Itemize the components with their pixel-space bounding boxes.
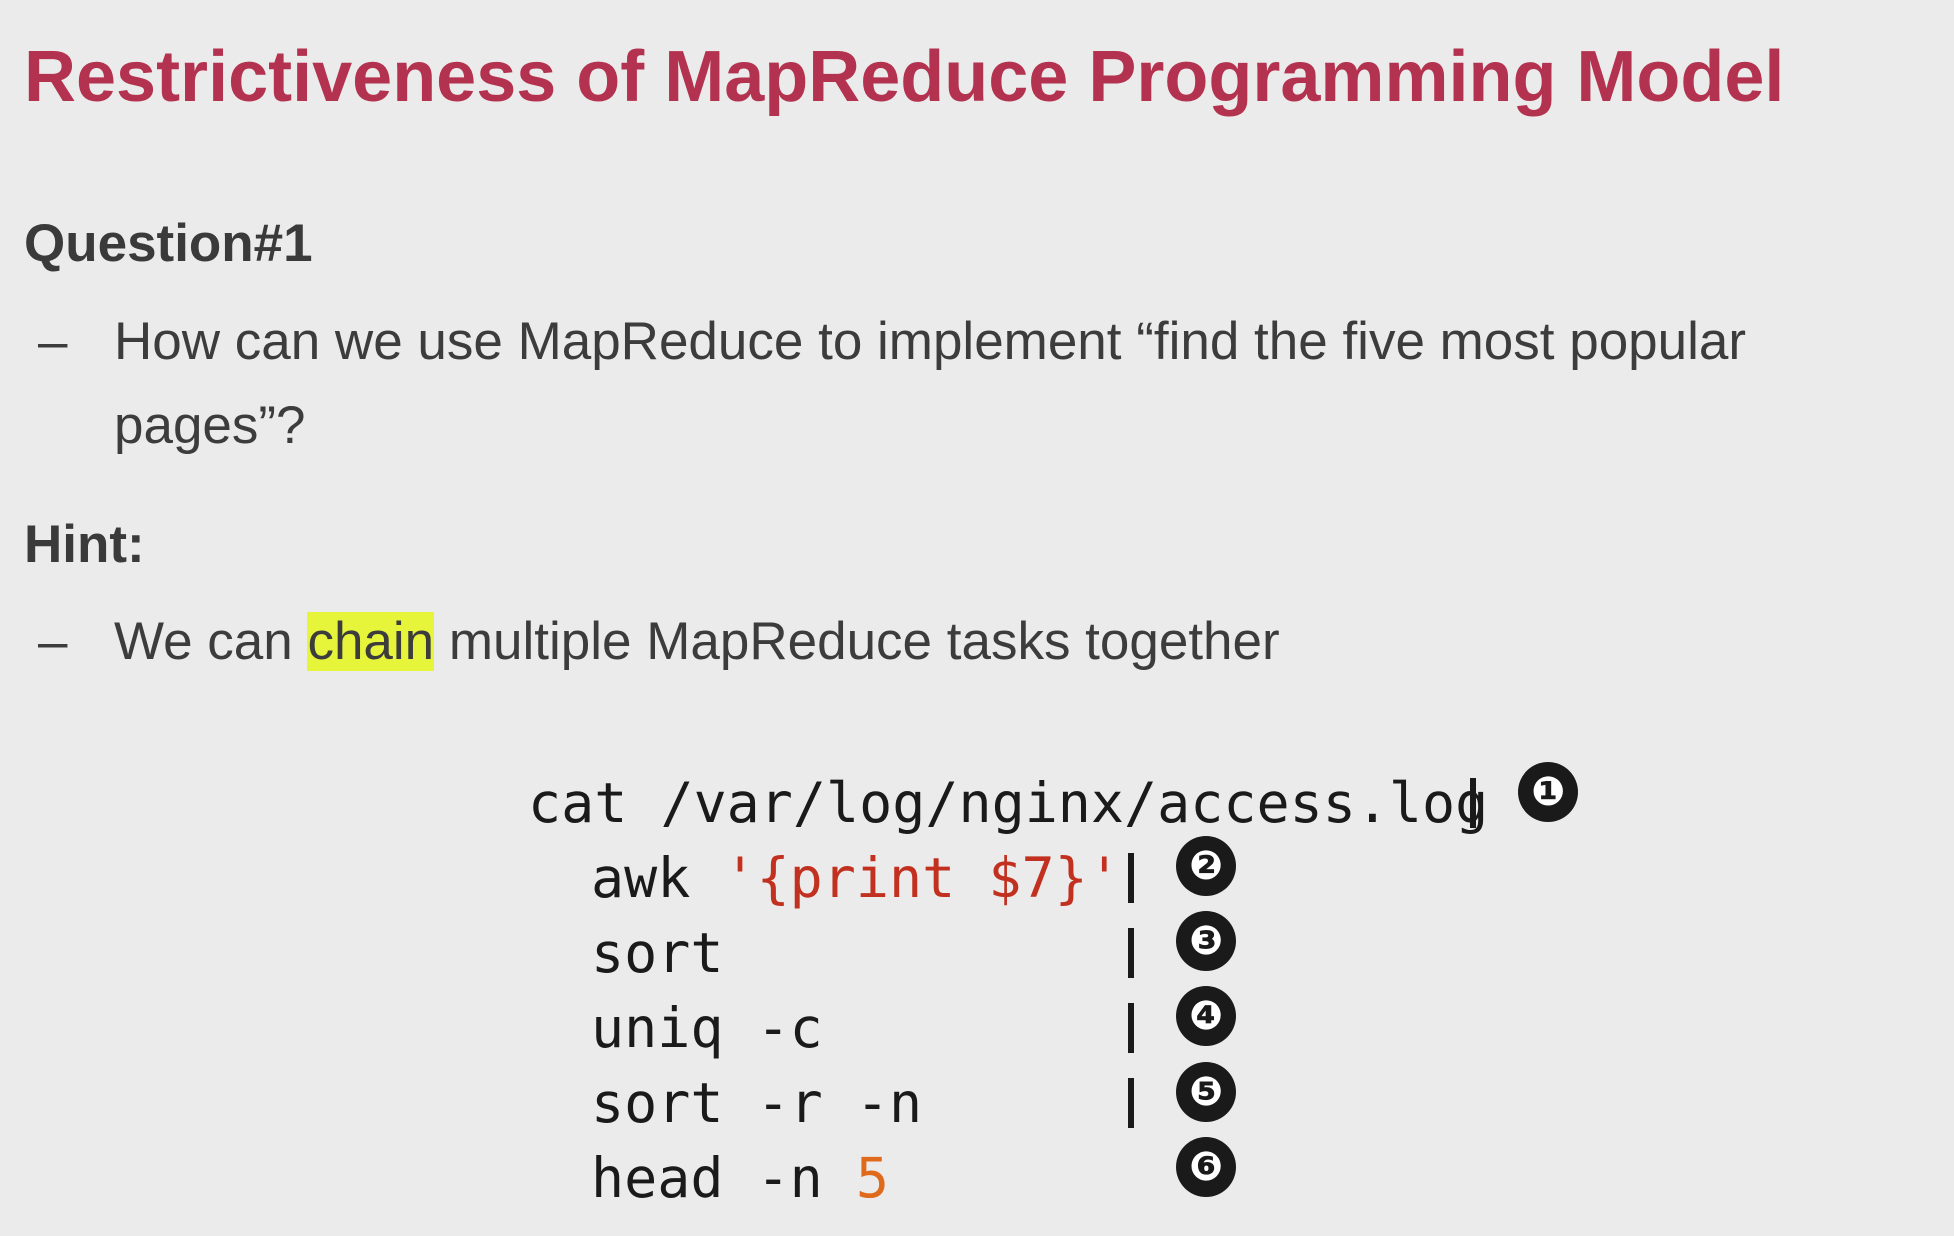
code-line-uniq: uniq -c (591, 996, 823, 1060)
hint-heading: Hint: (24, 515, 145, 574)
step-badge-6: ❻ (1176, 1137, 1236, 1197)
step-badge-2: ❷ (1176, 836, 1236, 896)
pipe-symbol (1128, 1003, 1134, 1053)
bullet-dash: – (38, 612, 68, 671)
code-line-cat: cat /var/log/nginx/access.log (528, 771, 1489, 835)
pipe-symbol (1128, 1078, 1134, 1128)
code-line-head: head -n 5 (591, 1141, 889, 1216)
bullet-dash: – (38, 312, 68, 371)
code-line-sort: sort (591, 921, 724, 985)
question-heading: Question#1 (24, 214, 313, 273)
head-command: head -n (591, 1146, 856, 1210)
code-line-awk: awk '{print $7}' (591, 841, 1121, 916)
hint-highlight: chain (307, 612, 435, 671)
step-badge-4: ❹ (1176, 986, 1236, 1046)
slide-title: Restrictiveness of MapReduce Programming… (24, 37, 1785, 117)
awk-program-string: '{print $7}' (723, 846, 1121, 910)
step-badge-1: ❶ (1518, 762, 1578, 822)
head-count-number: 5 (855, 1146, 890, 1210)
hint-text: We can chain multiple MapReduce tasks to… (114, 600, 1914, 684)
step-badge-5: ❺ (1176, 1062, 1236, 1122)
question-text: How can we use MapReduce to implement “f… (114, 312, 1747, 455)
pipe-symbol (1470, 778, 1476, 828)
pipe-symbol (1128, 928, 1134, 978)
hint-text-after: multiple MapReduce tasks together (434, 612, 1280, 671)
step-badge-3: ❸ (1176, 911, 1236, 971)
pipe-symbol (1128, 853, 1134, 903)
awk-command: awk (591, 846, 724, 910)
hint-text-before: We can (114, 612, 308, 671)
code-line-sort-reverse: sort -r -n (591, 1071, 923, 1135)
